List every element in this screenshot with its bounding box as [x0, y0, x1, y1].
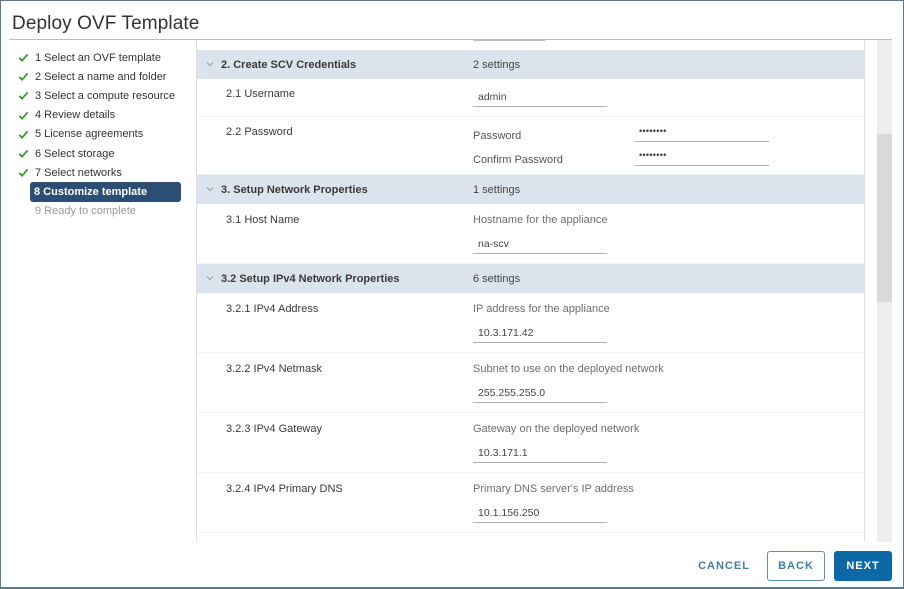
step-select-ovf-template[interactable]: 1 Select an OVF template [15, 48, 183, 67]
username-input[interactable]: admin [473, 87, 607, 107]
password-input[interactable]: •••••••• [635, 124, 769, 142]
section-count: 2 settings [473, 58, 521, 71]
customize-template-panel: 2. Create SCV Credentials 2 settings 2.1… [197, 40, 865, 542]
check-icon [18, 130, 29, 139]
chevron-down-icon[interactable] [206, 185, 214, 193]
hostname-input[interactable]: na-scv [473, 234, 607, 254]
step-label: 5 License agreements [35, 128, 144, 141]
confirm-password-label: Confirm Password [473, 154, 563, 166]
row-ipv4-netmask: 3.2.2 IPv4 Netmask Subnet to use on the … [197, 353, 864, 413]
row-ipv4-gateway: 3.2.3 IPv4 Gateway Gateway on the deploy… [197, 413, 864, 473]
step-label: 6 Select storage [35, 147, 115, 160]
previous-field-underline [473, 40, 545, 41]
field-label: 3.2.2 IPv4 Netmask [226, 363, 322, 375]
section-ipv4-properties[interactable]: 3.2 Setup IPv4 Network Properties 6 sett… [197, 264, 864, 293]
ipv4-gateway-input[interactable]: 10.3.171.1 [473, 443, 607, 463]
step-license-agreements[interactable]: 5 License agreements [15, 125, 183, 144]
step-select-networks[interactable]: 7 Select networks [15, 163, 183, 182]
step-ready-to-complete: 9 Ready to complete [15, 202, 183, 221]
confirm-password-input[interactable]: •••••••• [635, 148, 769, 166]
section-title: 2. Create SCV Credentials [221, 58, 357, 71]
ipv4-primary-dns-input[interactable]: 10.1.156.250 [473, 503, 607, 523]
wizard-steps: 1 Select an OVF template 2 Select a name… [15, 48, 183, 221]
row-ipv4-primary-dns: 3.2.4 IPv4 Primary DNS Primary DNS serve… [197, 473, 864, 533]
step-customize-template[interactable]: 8 Customize template [30, 182, 181, 202]
chevron-down-icon[interactable] [206, 60, 214, 68]
check-icon [18, 149, 29, 158]
ipv4-address-input[interactable]: 10.3.171.42 [473, 323, 607, 343]
section-title: 3. Setup Network Properties [221, 183, 368, 196]
scrollbar-thumb[interactable] [877, 134, 892, 302]
dialog-title: Deploy OVF Template [12, 13, 200, 34]
check-icon [18, 72, 29, 82]
check-icon [18, 111, 29, 120]
password-label: Password [473, 130, 522, 142]
step-select-storage[interactable]: 6 Select storage [15, 144, 183, 163]
field-description: IP address for the appliance [473, 303, 610, 315]
step-label: 7 Select networks [35, 166, 122, 179]
step-label: 8 Customize template [34, 185, 148, 198]
step-label: 9 Ready to complete [35, 205, 136, 218]
section-scv-credentials[interactable]: 2. Create SCV Credentials 2 settings [197, 50, 864, 79]
step-label: 4 Review details [35, 109, 116, 122]
row-password: 2.2 Password Password •••••••• Confirm P… [197, 117, 864, 175]
check-icon [18, 92, 29, 101]
section-count: 6 settings [473, 272, 521, 285]
field-description: Hostname for the appliance [473, 214, 608, 226]
back-button[interactable]: BACK [767, 551, 825, 581]
section-network-properties[interactable]: 3. Setup Network Properties 1 settings [197, 175, 864, 204]
field-label: 3.2.4 IPv4 Primary DNS [226, 483, 343, 495]
field-description: Subnet to use on the deployed network [473, 363, 664, 375]
step-select-compute-resource[interactable]: 3 Select a compute resource [15, 86, 183, 105]
check-icon [18, 168, 29, 178]
row-ipv4-address: 3.2.1 IPv4 Address IP address for the ap… [197, 293, 864, 353]
step-label: 2 Select a name and folder [35, 70, 167, 83]
step-label: 3 Select a compute resource [35, 89, 176, 102]
field-label: 2.2 Password [226, 126, 293, 138]
row-username: 2.1 Username admin [197, 79, 864, 117]
step-review-details[interactable]: 4 Review details [15, 106, 183, 125]
next-button[interactable]: NEXT [834, 551, 892, 581]
cancel-button[interactable]: CANCEL [691, 551, 757, 581]
deploy-ovf-dialog: Deploy OVF Template 1 Select an OVF temp… [0, 0, 904, 589]
field-description: Primary DNS server's IP address [473, 483, 634, 495]
row-hostname: 3.1 Host Name Hostname for the appliance… [197, 204, 864, 264]
step-label: 1 Select an OVF template [35, 51, 161, 64]
field-label: 3.2.3 IPv4 Gateway [226, 423, 322, 435]
field-label: 3.2.1 IPv4 Address [226, 303, 319, 315]
field-description: Gateway on the deployed network [473, 423, 640, 435]
step-select-name-folder[interactable]: 2 Select a name and folder [15, 67, 183, 86]
section-title: 3.2 Setup IPv4 Network Properties [221, 272, 400, 285]
check-icon [18, 53, 29, 63]
ipv4-netmask-input[interactable]: 255.255.255.0 [473, 383, 607, 403]
field-label: 3.1 Host Name [226, 214, 300, 226]
section-count: 1 settings [473, 183, 521, 196]
chevron-down-icon[interactable] [206, 274, 214, 282]
field-label: 2.1 Username [226, 88, 296, 100]
